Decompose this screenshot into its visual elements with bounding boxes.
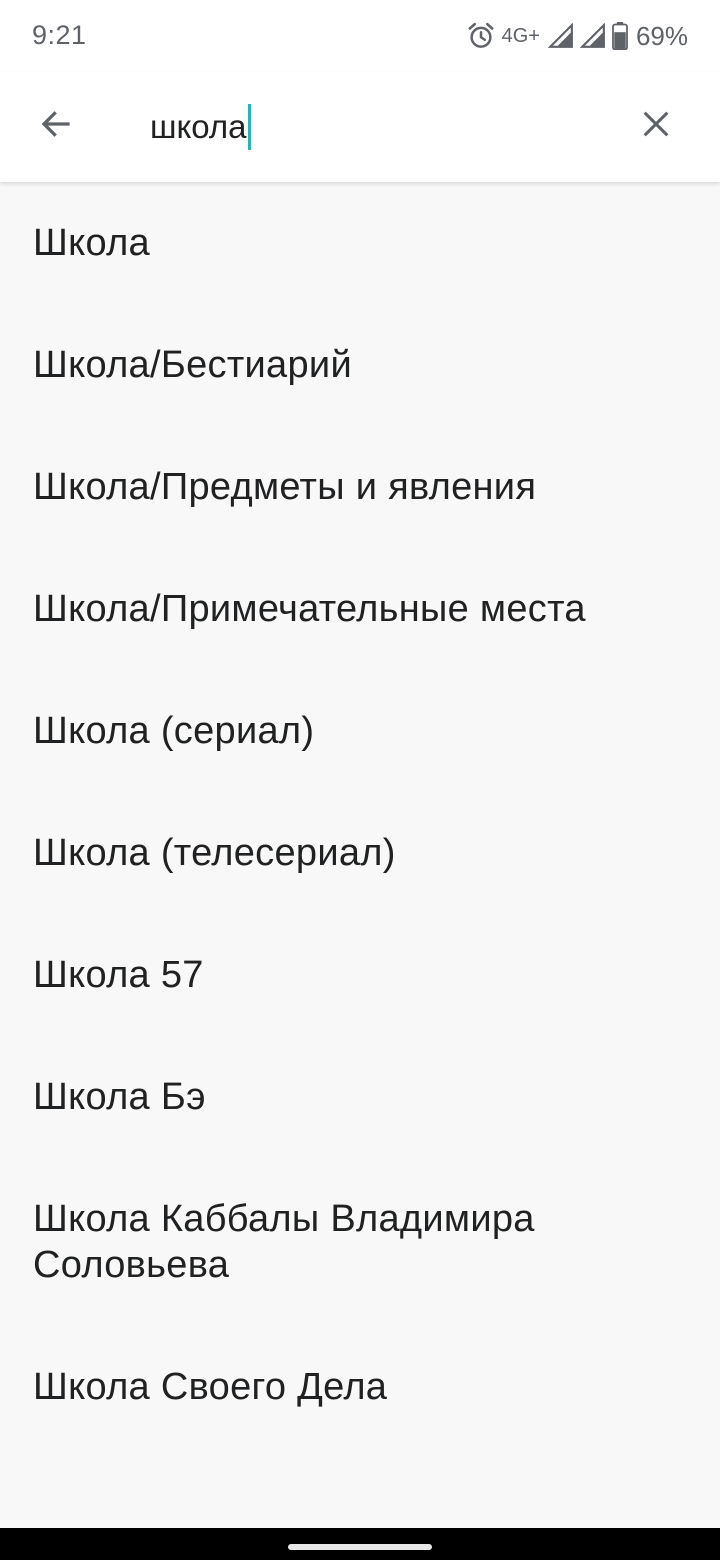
search-input[interactable]: школа	[150, 102, 610, 152]
search-result-item[interactable]: Школа/Примечательные места	[0, 548, 720, 670]
network-type: 4G+	[501, 24, 540, 47]
signal-icon	[579, 23, 606, 49]
search-result-item[interactable]: Школа (телесериал)	[0, 792, 720, 914]
home-gesture-handle[interactable]	[288, 1544, 432, 1550]
search-result-item[interactable]: Школа 57	[0, 914, 720, 1036]
battery-percent: 69%	[635, 20, 688, 51]
search-result-item[interactable]: Школа	[0, 182, 720, 304]
search-result-item[interactable]: Школа/Бестиарий	[0, 304, 720, 426]
status-time: 9:21	[32, 20, 87, 50]
status-bar: 9:21 4G+ 69%	[0, 0, 720, 72]
search-results-list: Школа Школа/Бестиарий Школа/Предметы и я…	[0, 182, 720, 1448]
battery-icon	[612, 22, 628, 50]
search-result-item[interactable]: Школа (сериал)	[0, 670, 720, 792]
search-result-item[interactable]: Школа Бэ	[0, 1036, 720, 1158]
search-toolbar: школа	[0, 72, 720, 182]
alarm-icon	[466, 21, 496, 51]
close-icon	[639, 107, 673, 146]
search-result-item[interactable]: Школа Своего Дела	[0, 1326, 720, 1448]
text-caret	[247, 104, 251, 150]
search-result-item[interactable]: Школа Каббалы Владимира Соловьева	[0, 1158, 720, 1326]
clear-search-button[interactable]	[622, 92, 690, 160]
arrow-left-icon	[38, 106, 74, 147]
system-navigation-bar	[0, 1528, 720, 1560]
search-result-item[interactable]: Школа/Предметы и явления	[0, 426, 720, 548]
status-icons: 4G+ 69%	[466, 18, 688, 54]
search-query-text: школа	[150, 108, 247, 145]
back-button[interactable]	[22, 92, 90, 160]
signal-icon	[547, 23, 574, 49]
